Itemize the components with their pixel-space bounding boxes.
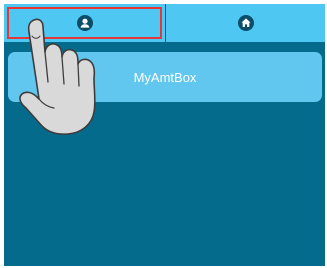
list-item-label: MyAmtBox — [133, 69, 197, 85]
app-frame: MyAmtBox — [4, 4, 325, 266]
home-icon — [237, 15, 254, 31]
tap-highlight-box — [7, 7, 162, 39]
tab-bar — [4, 4, 325, 42]
tab-home[interactable] — [166, 4, 325, 42]
list-item-myamtbox[interactable]: MyAmtBox — [8, 52, 322, 102]
